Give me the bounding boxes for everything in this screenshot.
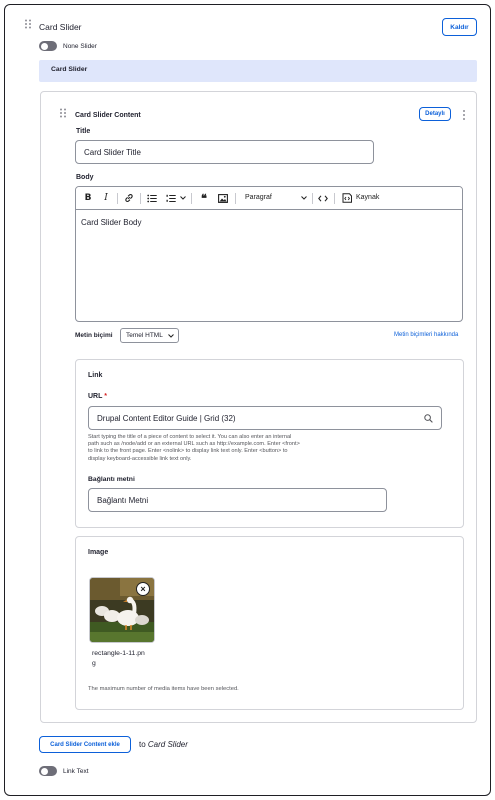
text-format-selected: Temel HTML	[126, 332, 163, 339]
paragraph-form-frame: Card Slider Kaldır None Slider Card Slid…	[4, 4, 491, 796]
chevron-down-icon	[168, 334, 174, 338]
text-format-select[interactable]: Temel HTML	[120, 328, 179, 343]
image-heading: Image	[88, 549, 109, 556]
add-target-name: Card Slider	[147, 740, 188, 749]
link-text-toggle-label: Link Text	[63, 768, 89, 775]
paragraph-format-select[interactable]: Paragraf	[245, 194, 272, 201]
url-input[interactable]: Drupal Content Editor Guide | Grid (32)	[88, 406, 442, 430]
toolbar-divider	[334, 193, 335, 204]
image-icon[interactable]	[215, 187, 231, 209]
add-target-text: to Card Slider	[139, 740, 188, 749]
source-icon[interactable]	[340, 187, 354, 209]
toolbar-divider	[117, 193, 118, 204]
required-mark: *	[104, 393, 107, 400]
add-card-slider-content-button[interactable]: Card Slider Content ekle	[39, 736, 131, 753]
drag-handle-icon[interactable]	[24, 19, 32, 29]
edit-button[interactable]: Detaylı	[419, 107, 451, 121]
section-title: Card Slider	[39, 22, 82, 32]
code-icon[interactable]	[315, 187, 331, 209]
image-limit-note: The maximum number of media items have b…	[88, 686, 239, 692]
image-fieldset: Image × rectangle-1-11.pn g The maximum …	[75, 536, 464, 710]
chevron-down-icon[interactable]	[178, 187, 188, 209]
content-card-title: Card Slider Content	[75, 112, 141, 119]
source-button-label[interactable]: Kaynak	[356, 194, 379, 201]
title-field-label: Title	[76, 128, 91, 135]
body-editor: B I ❝ Paragraf Kaynak Card Slider Body	[75, 186, 463, 322]
chevron-down-icon[interactable]	[299, 187, 309, 209]
link-text-input[interactable]: Bağlantı Metni	[88, 488, 387, 512]
image-filename: rectangle-1-11.pn g	[92, 650, 145, 667]
link-heading: Link	[88, 372, 103, 379]
bold-icon[interactable]: B	[80, 187, 96, 209]
bulleted-list-icon[interactable]	[144, 187, 160, 209]
toolbar-divider	[191, 193, 192, 204]
none-slider-label: None Slider	[63, 43, 97, 50]
numbered-list-icon[interactable]	[164, 187, 178, 209]
none-slider-toggle[interactable]	[39, 41, 57, 51]
body-field-label: Body	[76, 174, 94, 181]
link-fieldset: Link URL * Drupal Content Editor Guide |…	[75, 359, 464, 528]
title-input[interactable]: Card Slider Title	[75, 140, 374, 164]
card-slider-content-card: Card Slider Content Detaylı Title Card S…	[40, 91, 477, 723]
search-icon	[424, 414, 433, 423]
blockquote-icon[interactable]: ❝	[196, 187, 212, 209]
toolbar-divider	[235, 193, 236, 204]
card-slider-banner: Card Slider	[39, 60, 477, 82]
remove-button[interactable]: Kaldır	[442, 18, 477, 36]
italic-icon[interactable]: I	[98, 187, 114, 209]
body-editor-content[interactable]: Card Slider Body	[81, 218, 141, 227]
close-icon[interactable]: ×	[136, 582, 150, 596]
link-text-toggle[interactable]	[39, 766, 57, 776]
url-label: URL *	[88, 393, 107, 400]
editor-toolbar: B I ❝ Paragraf Kaynak	[76, 187, 462, 210]
toolbar-divider	[140, 193, 141, 204]
link-text-label: Bağlantı metni	[88, 476, 135, 483]
kebab-menu-icon[interactable]	[461, 109, 467, 121]
banner-label: Card Slider	[51, 66, 88, 73]
text-format-label: Metin biçimi	[75, 332, 113, 339]
url-help-text: Start typing the title of a piece of con…	[88, 434, 300, 462]
image-thumbnail[interactable]: ×	[89, 577, 155, 643]
link-icon[interactable]	[121, 187, 137, 209]
toolbar-divider	[312, 193, 313, 204]
url-value: Drupal Content Editor Guide | Grid (32)	[97, 413, 236, 423]
text-format-help-link[interactable]: Metin biçimleri hakkında	[394, 332, 458, 338]
drag-handle-icon[interactable]	[59, 108, 67, 118]
